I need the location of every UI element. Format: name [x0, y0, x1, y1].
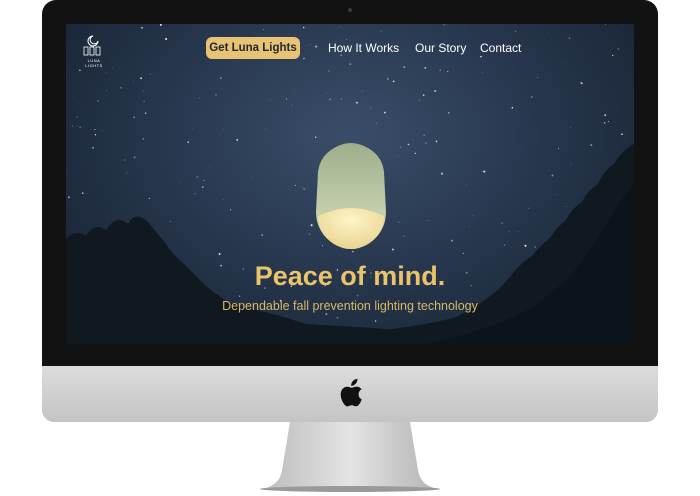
hero-subheadline: Dependable fall prevention lighting tech…	[222, 299, 478, 313]
hero-headline: Peace of mind.	[254, 261, 446, 291]
camera-dot	[348, 8, 352, 12]
get-luna-lights-button[interactable]: Get Luna Lights	[206, 37, 300, 59]
luna-lamp-image	[316, 143, 386, 249]
nav-link-how-it-works[interactable]: How It Works	[328, 40, 399, 56]
nav-link-our-story[interactable]: Our Story	[415, 40, 466, 56]
logo-wordmark: LUNA LIGHTS	[85, 58, 103, 68]
nav-link-contact[interactable]: Contact	[480, 40, 521, 56]
apple-icon	[340, 378, 362, 407]
website-screen	[66, 24, 634, 344]
